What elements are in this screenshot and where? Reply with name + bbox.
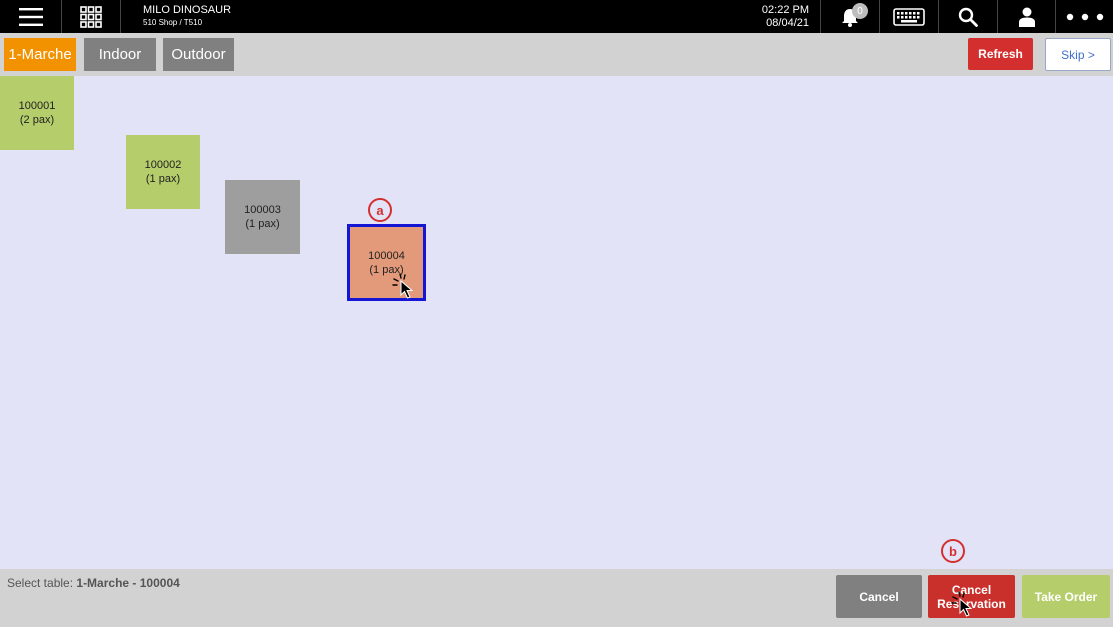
- annotation-marker-a: a: [368, 198, 392, 222]
- table-number: 100003: [244, 204, 281, 216]
- table-pax: (2 pax): [19, 114, 55, 126]
- user-icon: [1018, 7, 1035, 27]
- notification-badge: 0: [852, 3, 868, 19]
- hamburger-menu-button[interactable]: [0, 0, 61, 33]
- keyboard-button[interactable]: [880, 0, 938, 33]
- floor-plan: 100001 (2 pax) 100002 (1 pax) 100003 (1 …: [0, 76, 1113, 569]
- table-number: 100001: [18, 100, 56, 112]
- table-tile-100001[interactable]: 100001 (2 pax): [0, 76, 74, 150]
- annotation-marker-b: b: [941, 539, 965, 563]
- click-cursor-icon: [951, 591, 973, 617]
- zone-tab-1-marche[interactable]: 1-Marche: [4, 38, 76, 71]
- selected-table-label: Select table: 1-Marche - 100004: [7, 576, 180, 590]
- top-bar: MILO DINOSAUR 510 Shop / T510 02:22 PM 0…: [0, 0, 1113, 33]
- date-text: 08/04/21: [766, 17, 809, 29]
- search-icon: [958, 7, 978, 27]
- time-text: 02:22 PM: [761, 4, 809, 16]
- more-options-button[interactable]: [1056, 0, 1113, 33]
- table-tile-100003[interactable]: 100003 (1 pax): [225, 180, 300, 254]
- take-order-button[interactable]: Take Order: [1022, 575, 1110, 618]
- cancel-button[interactable]: Cancel: [836, 575, 922, 618]
- shop-subtitle: 510 Shop / T510: [143, 18, 203, 27]
- apps-grid-button[interactable]: [62, 0, 120, 33]
- search-button[interactable]: [939, 0, 997, 33]
- table-number: 100004: [368, 249, 405, 262]
- zone-tab-outdoor[interactable]: Outdoor: [163, 38, 234, 71]
- table-number: 100002: [144, 159, 182, 171]
- notifications-button[interactable]: 0: [821, 0, 879, 33]
- table-pax: (1 pax): [145, 173, 181, 185]
- datetime: 02:22 PM 08/04/21: [750, 4, 809, 30]
- grid-icon: [80, 5, 102, 28]
- table-pax: (1 pax): [245, 218, 280, 230]
- refresh-button[interactable]: Refresh: [968, 38, 1033, 70]
- hamburger-icon: [18, 7, 43, 26]
- skip-button[interactable]: Skip >: [1045, 38, 1111, 71]
- bottom-action-bar: Select table: 1-Marche - 100004 Cancel C…: [0, 569, 1113, 627]
- user-button[interactable]: [998, 0, 1055, 33]
- keyboard-icon: [893, 7, 925, 26]
- select-table-prefix: Select table:: [7, 576, 74, 590]
- shop-name: MILO DINOSAUR: [143, 4, 232, 16]
- divider: [120, 0, 121, 33]
- zone-filter-bar: 1-Marche Indoor Outdoor Refresh Skip >: [0, 33, 1113, 76]
- select-table-value: 1-Marche - 100004: [76, 576, 180, 590]
- click-cursor-icon: [392, 273, 414, 299]
- table-tile-100002[interactable]: 100002 (1 pax): [126, 135, 200, 209]
- zone-tab-indoor[interactable]: Indoor: [84, 38, 156, 71]
- more-dots-icon: [1066, 13, 1103, 20]
